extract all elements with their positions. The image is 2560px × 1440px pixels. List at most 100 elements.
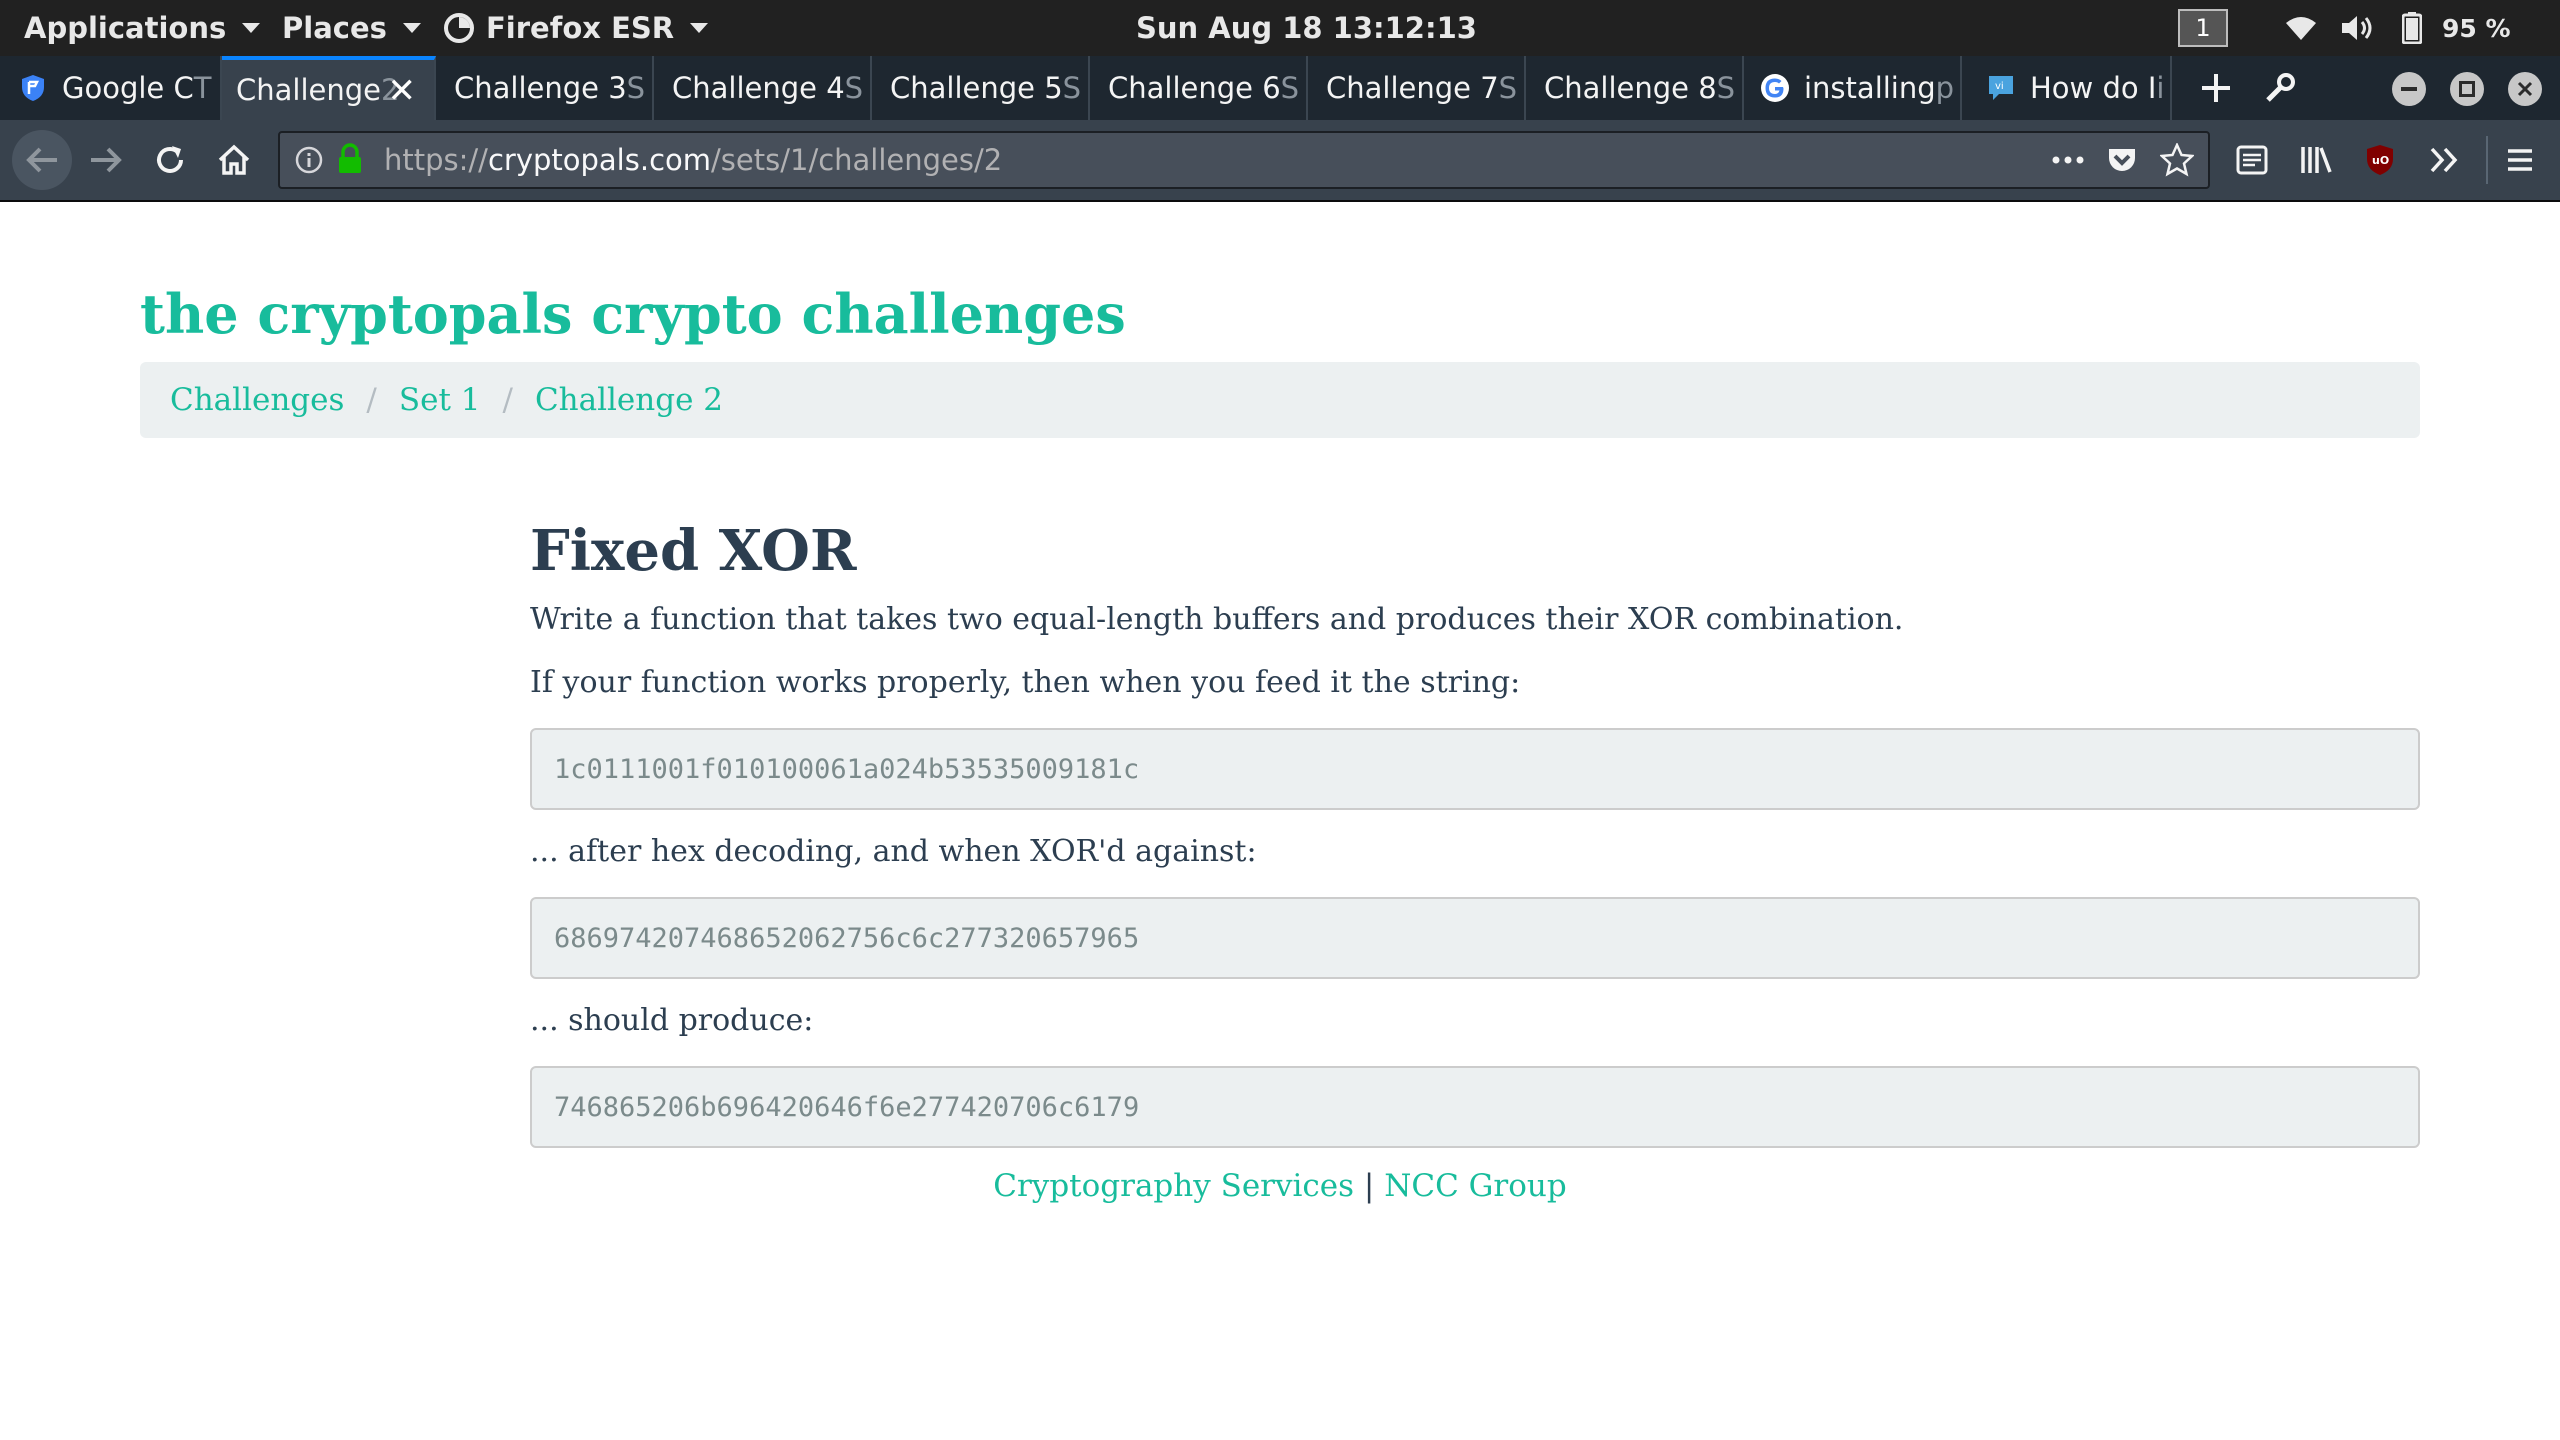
tab-label-fade: i — [2156, 71, 2165, 105]
tab-label-fade: p — [1935, 71, 1955, 105]
maximize-icon — [2459, 81, 2475, 97]
url-bar[interactable]: https://cryptopals.com/sets/1/challenges… — [278, 131, 2210, 189]
tab-challenge-4[interactable]: Challenge 4 S — [654, 56, 872, 120]
chevron-down-icon — [242, 23, 261, 33]
breadcrumb-set-1[interactable]: Set 1 — [399, 382, 481, 418]
library-button[interactable] — [2290, 134, 2342, 186]
page-actions-icon[interactable] — [2050, 145, 2086, 179]
vi-icon: vi — [1986, 73, 2016, 103]
battery-icon[interactable] — [2402, 12, 2422, 44]
gnome-top-bar: Applications Places Firefox ESR Sun Aug … — [0, 0, 2560, 56]
url-text[interactable]: https://cryptopals.com/sets/1/challenges… — [384, 133, 1002, 187]
reader-view-icon — [2236, 145, 2268, 175]
tab-label-main: Google C — [62, 71, 194, 105]
tab-label-fade: S — [1716, 71, 1736, 105]
ublock-icon: uO — [2367, 145, 2393, 175]
arrow-left-icon — [26, 147, 57, 173]
tab-label-main: installing — [1804, 71, 1936, 105]
tab-label-main: Challenge 5 — [890, 71, 1063, 105]
site-title[interactable]: the cryptopals crypto challenges — [140, 282, 1126, 346]
forward-button[interactable] — [80, 134, 132, 186]
tab-challenge-5[interactable]: Challenge 5 S — [872, 56, 1090, 120]
close-icon — [2517, 81, 2533, 97]
wrench-icon — [2266, 73, 2295, 102]
volume-icon[interactable] — [2340, 12, 2376, 44]
url-host: cryptopals.com — [487, 143, 712, 177]
battery-percentage: 95 % — [2442, 13, 2511, 43]
hamburger-menu-button[interactable] — [2494, 134, 2546, 186]
home-button[interactable] — [208, 134, 260, 186]
tab-label-fade: S — [1062, 71, 1082, 105]
maximize-button[interactable] — [2450, 72, 2484, 106]
tab-label-main: How do I — [2030, 71, 2157, 105]
tab-label-fade: S — [626, 71, 646, 105]
applications-menu[interactable]: Applications — [24, 0, 261, 56]
tab-label-fade: S — [1280, 71, 1300, 105]
chevron-down-icon — [690, 23, 709, 33]
tab-challenge-3[interactable]: Challenge 3 S — [436, 56, 654, 120]
clock[interactable]: Sun Aug 18 13:12:13 — [1136, 0, 1477, 56]
close-icon[interactable]: ✕ — [388, 74, 417, 108]
chevron-down-icon — [402, 23, 421, 33]
footer-separator: | — [1363, 1168, 1375, 1204]
challenge-heading: Fixed XOR — [530, 518, 857, 584]
breadcrumb-separator: / — [502, 382, 513, 418]
breadcrumb-challenge-2[interactable]: Challenge 2 — [535, 382, 723, 418]
navigation-toolbar: https://cryptopals.com/sets/1/challenges… — [0, 120, 2560, 202]
firefox-app-label: Firefox ESR — [486, 11, 675, 45]
tab-installing[interactable]: installing p — [1744, 56, 1962, 120]
footer-link-cryptography-services[interactable]: Cryptography Services — [993, 1168, 1354, 1204]
hamburger-icon — [2508, 149, 2532, 171]
breadcrumb-challenges[interactable]: Challenges — [170, 382, 344, 418]
applications-menu-label: Applications — [24, 11, 227, 45]
tab-how-do-i[interactable]: vi How do I i — [1962, 56, 2172, 120]
plus-icon — [2202, 74, 2230, 102]
footer-link-ncc-group[interactable]: NCC Group — [1384, 1168, 1566, 1204]
tab-label-main: Challenge 7 — [1326, 71, 1499, 105]
intro-paragraph: Write a function that takes two equal-le… — [530, 602, 1904, 637]
url-path: /sets/1/challenges/2 — [711, 143, 1003, 177]
tab-google-ct[interactable]: Google CT — [0, 56, 222, 120]
tab-label-main: Challenge 6 — [1108, 71, 1281, 105]
feed-paragraph: If your function works properly, then wh… — [530, 665, 1521, 700]
new-tab-button[interactable] — [2190, 62, 2242, 114]
tab-strip: Google CT Challenge 2 ✕ Challenge 3 S Ch… — [0, 56, 2560, 120]
star-icon[interactable] — [2159, 141, 2195, 181]
firefox-app-menu[interactable]: Firefox ESR — [444, 0, 709, 56]
home-icon — [218, 144, 250, 175]
after-decoding-paragraph: ... after hex decoding, and when XOR'd a… — [530, 834, 1257, 869]
ublock-button[interactable]: uO — [2354, 134, 2406, 186]
tab-label-fade: S — [844, 71, 864, 105]
tab-label-main: Challenge 3 — [454, 71, 627, 105]
should-produce-paragraph: ... should produce: — [530, 1003, 814, 1038]
google-icon — [1760, 73, 1790, 103]
tab-challenge-2[interactable]: Challenge 2 ✕ — [222, 56, 436, 120]
double-chevron-right-icon — [2430, 147, 2458, 173]
minimize-icon — [2401, 87, 2417, 91]
places-menu-label: Places — [282, 11, 387, 45]
tab-challenge-7[interactable]: Challenge 7 S — [1308, 56, 1526, 120]
firefox-icon — [444, 13, 474, 43]
minimize-button[interactable] — [2392, 72, 2426, 106]
info-icon[interactable] — [294, 145, 324, 179]
wifi-icon[interactable] — [2284, 12, 2318, 44]
url-scheme: https:// — [384, 143, 488, 177]
close-window-button[interactable] — [2508, 72, 2542, 106]
reader-view-button[interactable] — [2226, 134, 2278, 186]
tab-label-fade: S — [1498, 71, 1518, 105]
back-button[interactable] — [12, 130, 72, 190]
tab-challenge-8[interactable]: Challenge 8 S — [1526, 56, 1744, 120]
workspace-indicator[interactable]: 1 — [2178, 9, 2228, 47]
overflow-menu-button[interactable] — [2418, 134, 2470, 186]
lock-icon[interactable] — [336, 143, 364, 179]
library-icon — [2301, 147, 2332, 173]
toolbar-divider — [2486, 136, 2488, 184]
pocket-icon[interactable] — [2106, 144, 2138, 180]
breadcrumb-separator: / — [366, 382, 377, 418]
shield-icon — [18, 73, 48, 103]
tools-button[interactable] — [2254, 62, 2306, 114]
reload-button[interactable] — [144, 134, 196, 186]
tab-challenge-6[interactable]: Challenge 6 S — [1090, 56, 1308, 120]
footer: Cryptography Services | NCC Group — [0, 1168, 2560, 1204]
places-menu[interactable]: Places — [282, 0, 421, 56]
